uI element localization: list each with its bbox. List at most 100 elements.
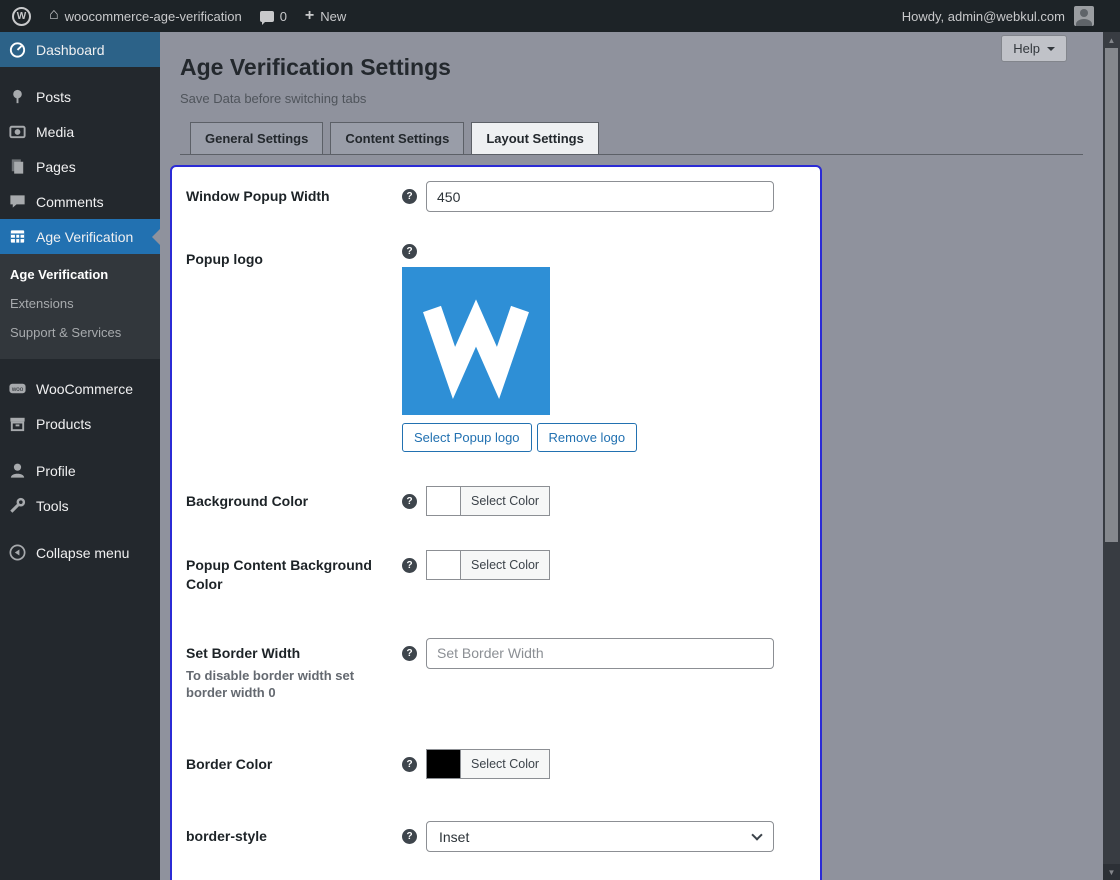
setting-row-set-border-width: Set Border Width To disable border width… bbox=[172, 622, 820, 734]
select-popup-logo-button[interactable]: Select Popup logo bbox=[402, 423, 532, 452]
setting-control: ? bbox=[398, 181, 806, 212]
setting-control: ? bbox=[398, 637, 806, 702]
new-link[interactable]: + New bbox=[305, 8, 346, 24]
sidebar-item-label: Posts bbox=[36, 88, 72, 105]
chevron-down-icon bbox=[751, 829, 763, 841]
posts-icon bbox=[13, 89, 22, 104]
help-tooltip-icon[interactable]: ? bbox=[402, 757, 417, 773]
sidebar-item-label: Products bbox=[36, 415, 92, 432]
comments-menu-icon bbox=[10, 195, 25, 208]
sidebar-item-collapse-menu[interactable]: Collapse menu bbox=[0, 535, 160, 570]
help-button[interactable]: Help bbox=[1001, 35, 1067, 62]
help-tooltip-icon[interactable]: ? bbox=[402, 829, 417, 845]
sidebar-item-comments[interactable]: Comments bbox=[0, 184, 160, 219]
sidebar-item-label: Collapse menu bbox=[36, 544, 130, 561]
tab-content-settings[interactable]: Content Settings bbox=[330, 122, 465, 154]
settings-tabs: General Settings Content Settings Layout… bbox=[180, 122, 1083, 155]
howdy-link[interactable]: Howdy, admin@webkul.com bbox=[902, 9, 1065, 24]
sidebar-item-woocommerce[interactable]: woo WooCommerce bbox=[0, 371, 160, 406]
sidebar-item-label: Dashboard bbox=[36, 41, 105, 58]
setting-label: Border Color bbox=[186, 756, 273, 773]
wordpress-logo-icon: W bbox=[12, 6, 31, 26]
page-scrollbar[interactable]: ▲ ▼ bbox=[1103, 32, 1120, 880]
submenu-item-age-verification[interactable]: Age Verification bbox=[0, 260, 160, 289]
sidebar-item-profile[interactable]: Profile bbox=[0, 453, 160, 488]
setting-control: ? Inset bbox=[398, 821, 806, 853]
sidebar-item-label: WooCommerce bbox=[36, 380, 133, 397]
setting-control: ? Select Popup logo Remove logo bbox=[398, 244, 806, 452]
tab-general-settings[interactable]: General Settings bbox=[190, 122, 324, 154]
setting-label: Popup Content Background Color bbox=[186, 557, 372, 592]
setting-label: Background Color bbox=[186, 493, 309, 509]
wordpress-admin-page: { "admin_bar": { "site_name": "woocommer… bbox=[0, 0, 1120, 880]
media-icon bbox=[9, 125, 26, 139]
sidebar-item-label: Comments bbox=[36, 193, 104, 210]
setting-row-popup-logo: Popup logo ? Select Popup logo Remove lo… bbox=[172, 226, 820, 470]
tools-icon bbox=[10, 497, 26, 513]
border-color-swatch bbox=[426, 749, 461, 780]
help-tooltip-icon[interactable]: ? bbox=[402, 494, 417, 509]
border-color-select-button[interactable]: Select Color bbox=[460, 749, 551, 780]
popup-content-background-color-picker: Select Color bbox=[426, 550, 551, 580]
background-color-swatch bbox=[426, 486, 461, 516]
border-style-selected-value: Inset bbox=[439, 828, 470, 845]
sidebar-item-posts[interactable]: Posts bbox=[0, 79, 160, 114]
sidebar-item-tools[interactable]: Tools bbox=[0, 488, 160, 523]
comments-icon bbox=[259, 10, 274, 25]
background-color-select-button[interactable]: Select Color bbox=[460, 486, 551, 516]
sidebar-item-age-verification[interactable]: Age Verification bbox=[0, 219, 160, 254]
help-tooltip-icon[interactable]: ? bbox=[402, 645, 417, 661]
site-name-link[interactable]: ⌂ woocommerce-age-verification bbox=[49, 6, 242, 24]
border-style-select[interactable]: Inset bbox=[426, 821, 774, 853]
setting-label-title: Set Border Width bbox=[186, 644, 301, 661]
products-icon bbox=[10, 417, 25, 432]
submenu-item-support-services[interactable]: Support & Services bbox=[0, 318, 160, 347]
setting-row-background-color: Background Color ? Select Color bbox=[172, 470, 820, 532]
dashboard-icon bbox=[9, 42, 26, 58]
sidebar-menu: Dashboard Posts Media Pages Comments Age… bbox=[0, 32, 160, 880]
help-tooltip-icon[interactable]: ? bbox=[402, 558, 417, 573]
scroll-down-icon[interactable]: ▼ bbox=[1103, 864, 1120, 880]
sidebar-item-media[interactable]: Media bbox=[0, 114, 160, 149]
setting-row-popup-background-image: Popup Background Image Please Upload Ima… bbox=[172, 870, 820, 880]
scroll-up-icon[interactable]: ▲ bbox=[1103, 32, 1120, 48]
sidebar-item-pages[interactable]: Pages bbox=[0, 149, 160, 184]
age-verification-submenu: Age Verification Extensions Support & Se… bbox=[0, 254, 160, 359]
popup-content-background-color-swatch bbox=[426, 550, 461, 580]
chevron-down-icon bbox=[1047, 46, 1055, 55]
collapse-menu-icon bbox=[9, 544, 26, 561]
new-label: New bbox=[320, 8, 347, 24]
sidebar-item-label: Pages bbox=[36, 158, 76, 175]
page-subtitle: Save Data before switching tabs bbox=[180, 91, 367, 106]
setting-label-description: To disable border width set border width… bbox=[186, 667, 355, 700]
tab-layout-settings[interactable]: Layout Settings bbox=[471, 122, 599, 154]
comments-link[interactable]: 0 bbox=[259, 9, 287, 25]
setting-row-border-color: Border Color ? Select Color bbox=[172, 733, 820, 805]
sidebar-item-dashboard[interactable]: Dashboard bbox=[0, 32, 160, 67]
sidebar-item-label: Profile bbox=[36, 462, 76, 479]
admin-bar-left: W ⌂ woocommerce-age-verification 0 + New bbox=[12, 6, 346, 26]
setting-row-border-style: border-style ? Inset bbox=[172, 805, 820, 870]
window-popup-width-input[interactable] bbox=[426, 181, 774, 212]
current-menu-arrow bbox=[152, 228, 160, 245]
submenu-item-extensions[interactable]: Extensions bbox=[0, 289, 160, 318]
remove-logo-button[interactable]: Remove logo bbox=[536, 423, 638, 452]
popup-content-background-color-select-button[interactable]: Select Color bbox=[460, 550, 551, 580]
border-width-input[interactable] bbox=[426, 637, 774, 669]
popup-logo-preview-image bbox=[402, 267, 550, 415]
help-tooltip-icon[interactable]: ? bbox=[402, 189, 417, 204]
scrollbar-thumb[interactable] bbox=[1105, 48, 1118, 542]
svg-text:woo: woo bbox=[11, 386, 24, 393]
setting-label: border-style bbox=[186, 828, 267, 845]
wordpress-logo-link[interactable]: W bbox=[12, 6, 31, 26]
background-color-picker: Select Color bbox=[426, 486, 551, 516]
plus-icon: + bbox=[304, 7, 315, 24]
sidebar-item-label: Age Verification bbox=[36, 228, 134, 245]
home-icon: ⌂ bbox=[49, 6, 59, 23]
setting-control: ? Select Color bbox=[398, 749, 806, 780]
sidebar-item-products[interactable]: Products bbox=[0, 406, 160, 441]
profile-icon bbox=[10, 463, 25, 478]
popup-logo-buttons: Select Popup logo Remove logo bbox=[402, 423, 638, 452]
sidebar-item-label: Tools bbox=[36, 497, 69, 514]
help-tooltip-icon[interactable]: ? bbox=[402, 244, 417, 259]
